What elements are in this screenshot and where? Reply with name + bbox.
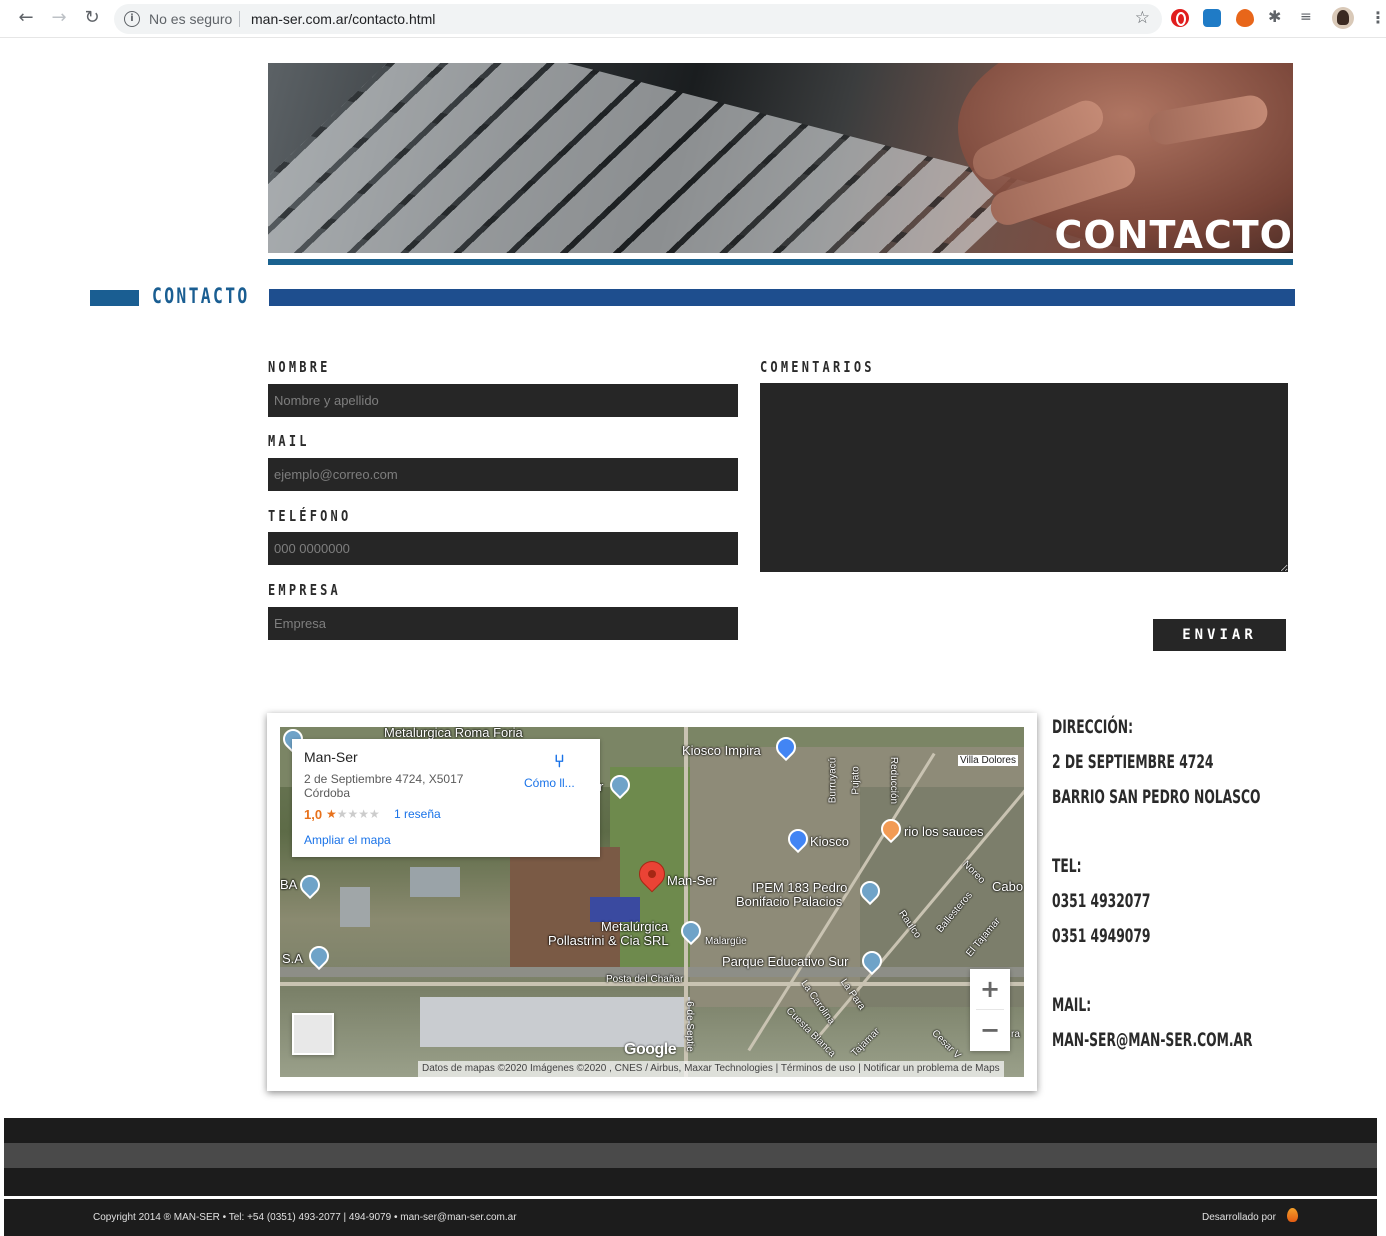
banner-title: CONTACTO: [1054, 213, 1293, 253]
map-label: S.A: [282, 951, 303, 966]
map-label: Bonifacio Palacios: [736, 894, 843, 909]
zoom-out-button[interactable]: −: [970, 1010, 1010, 1050]
tel-1: 0351 4932077: [1052, 890, 1151, 912]
section-left-bar: [90, 290, 139, 306]
section-title: CONTACTO: [152, 284, 250, 308]
map-label: Metalúrgica: [601, 919, 669, 934]
place-address: 2 de Septiembre 4724, X5017 Córdoba: [304, 772, 464, 800]
puzzle-extensions-icon[interactable]: ✱: [1268, 7, 1286, 26]
menu-kebab-icon[interactable]: ⋮: [1370, 8, 1386, 27]
profile-avatar[interactable]: [1332, 7, 1354, 29]
company-input[interactable]: [268, 607, 738, 640]
map-label: Reducción: [888, 756, 900, 805]
back-icon[interactable]: ←: [14, 6, 38, 30]
mail-label-info: MAIL:: [1052, 994, 1092, 1016]
reviews-link[interactable]: 1 reseña: [394, 807, 441, 821]
mail-label: MAIL: [268, 432, 310, 450]
info-icon[interactable]: i: [124, 11, 140, 27]
map-pin-icon[interactable]: [304, 941, 334, 971]
developed-by-text: Desarrollado por: [1202, 1212, 1276, 1223]
google-map[interactable]: Metalurgica Roma Foria Kiosco Impira Vil…: [280, 727, 1024, 1077]
map-label: Malargüe: [705, 936, 747, 947]
name-input[interactable]: [268, 384, 738, 417]
phone-input[interactable]: [268, 532, 738, 565]
reload-icon[interactable]: ↻: [80, 6, 104, 30]
map-terrain: [340, 887, 370, 927]
address-bar[interactable]: i No es seguro man-ser.com.ar/contacto.h…: [114, 4, 1162, 34]
map-layer-toggle[interactable]: [292, 1013, 334, 1055]
map-pin-icon[interactable]: [295, 870, 325, 900]
zoom-in-button[interactable]: +: [970, 969, 1010, 1009]
map-label: Pujato: [850, 766, 862, 795]
address-label: DIRECCIÓN:: [1052, 716, 1134, 738]
directions-icon[interactable]: ⑂: [554, 751, 574, 772]
hero-banner: CONTACTO: [268, 63, 1293, 253]
mail-address: MAN-SER@MAN-SER.COM.AR: [1052, 1029, 1253, 1051]
url-text[interactable]: man-ser.com.ar/contacto.html: [251, 11, 435, 27]
place-name: Man-Ser: [304, 749, 358, 765]
map-card: Metalurgica Roma Foria Kiosco Impira Vil…: [267, 713, 1037, 1091]
comments-textarea[interactable]: [760, 383, 1288, 572]
address-line1: 2 DE SEPTIEMBRE 4724: [1052, 751, 1214, 773]
opera-extension-icon[interactable]: [1171, 9, 1189, 27]
company-label: EMPRESA: [268, 581, 341, 599]
address-line2: BARRIO SAN PEDRO NOLASCO: [1052, 786, 1261, 808]
comments-label: COMENTARIOS: [760, 358, 875, 376]
omnibox-divider: [239, 11, 240, 27]
browser-toolbar: ← → ↻ i No es seguro man-ser.com.ar/cont…: [0, 0, 1386, 38]
fire-extension-icon[interactable]: [1236, 9, 1254, 27]
send-button[interactable]: ENVIAR: [1153, 619, 1286, 651]
bookmark-star-icon[interactable]: ☆: [1135, 8, 1150, 28]
google-logo: Google: [624, 1041, 677, 1058]
map-label: Kiosco Impira: [682, 743, 761, 758]
map-label: Pollastrini & Cia SRL: [548, 933, 669, 948]
map-attribution[interactable]: Datos de mapas ©2020 Imágenes ©2020 , CN…: [418, 1061, 1004, 1077]
footer-stripe: [4, 1143, 1377, 1168]
copyright-text: Copyright 2014 ® MAN-SER • Tel: +54 (035…: [93, 1212, 517, 1223]
map-label-man-ser: Man-Ser: [667, 873, 717, 888]
developer-flame-icon[interactable]: [1287, 1208, 1298, 1222]
map-terrain: [410, 867, 460, 897]
map-terrain: [420, 997, 690, 1047]
directions-link[interactable]: Cómo ll...: [524, 776, 575, 790]
section-right-bar: [269, 289, 1295, 306]
map-label: rio los sauces: [904, 824, 984, 839]
map-label: Posta del Chañar: [606, 974, 684, 985]
map-label: Kiosco: [810, 834, 850, 849]
media-queue-icon[interactable]: ≡: [1300, 9, 1318, 27]
map-label: 6 de Septie: [683, 1001, 695, 1052]
map-label: Parque Educativo Sur: [722, 954, 849, 969]
tel-label: TEL:: [1052, 855, 1082, 877]
tel-2: 0351 4949079: [1052, 925, 1151, 947]
banner-underline: [268, 259, 1293, 265]
place-rating: 1,0: [304, 807, 323, 822]
place-info-card: Man-Ser 2 de Septiembre 4724, X5017 Córd…: [292, 739, 600, 857]
larger-map-link[interactable]: Ampliar el mapa: [304, 833, 391, 847]
download-extension-icon[interactable]: [1203, 9, 1221, 27]
map-label: IPEM 183 Pedro: [752, 880, 848, 895]
zoom-controls: + −: [970, 969, 1010, 1051]
phone-label: TELÉFONO: [268, 507, 352, 525]
map-label: BA: [280, 877, 298, 892]
name-label: NOMBRE: [268, 358, 331, 376]
security-label: No es seguro: [149, 11, 233, 27]
map-label: Burruyacú: [827, 757, 839, 804]
keyboard-image: [268, 63, 1037, 253]
mail-input[interactable]: [268, 458, 738, 491]
rating-stars-icon: ★★★★★: [326, 807, 380, 821]
map-label: ra: [1011, 1029, 1020, 1040]
map-label: Tajamar: [849, 1026, 883, 1059]
map-label: Villa Dolores: [958, 755, 1018, 766]
map-label: Cabo: [992, 879, 1024, 894]
forward-icon[interactable]: →: [47, 6, 71, 30]
map-label: Cesar V: [929, 1027, 963, 1062]
